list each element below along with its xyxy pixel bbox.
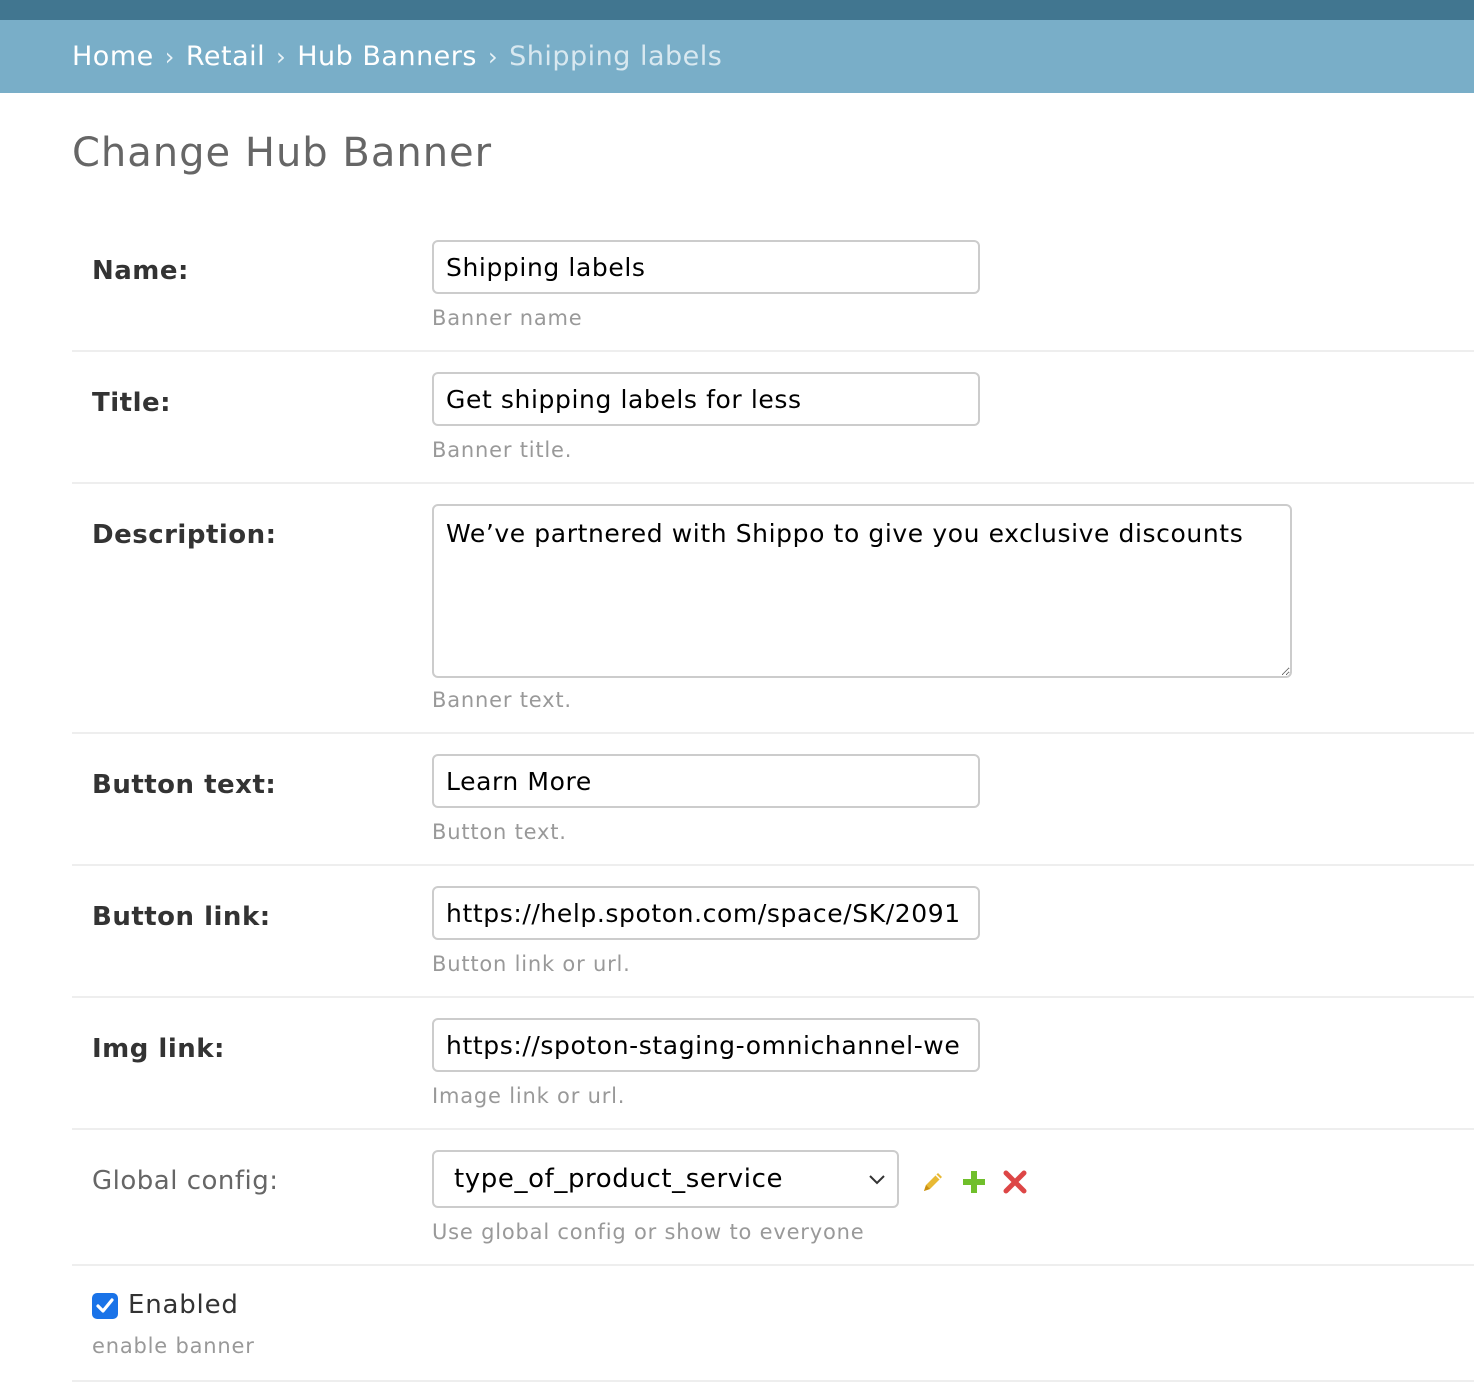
breadcrumb-separator: ›: [276, 42, 287, 71]
name-help-text: Banner name: [432, 306, 583, 330]
global-config-help-text: Use global config or show to everyone: [432, 1220, 865, 1244]
top-header-bar: [0, 0, 1474, 20]
button-link-label: Button link:: [92, 902, 271, 932]
form-row-name: Name: Banner name: [72, 220, 1474, 352]
plus-icon[interactable]: [961, 1169, 987, 1195]
page-title: Change Hub Banner: [72, 130, 493, 176]
enabled-help-text: enable banner: [92, 1334, 255, 1358]
img-link-help-text: Image link or url.: [432, 1084, 626, 1108]
form-row-button-link: Button link: Button link or url.: [72, 866, 1474, 998]
button-link-input[interactable]: [432, 886, 980, 940]
title-help-text: Banner title.: [432, 438, 573, 462]
form-row-global-config: Global config: type_of_product_service U…: [72, 1130, 1474, 1266]
breadcrumb-retail-link[interactable]: Retail: [186, 41, 265, 72]
description-help-text: Banner text.: [432, 688, 572, 712]
form-row-enabled: Enabled enable banner: [72, 1266, 1474, 1382]
enabled-label[interactable]: Enabled: [128, 1290, 239, 1320]
breadcrumb-current: Shipping labels: [509, 41, 723, 72]
title-input[interactable]: [432, 372, 980, 426]
breadcrumb-hub-banners-link[interactable]: Hub Banners: [297, 41, 477, 72]
chevron-down-icon: [869, 1175, 885, 1185]
form-row-description: Description: We’ve partnered with Shippo…: [72, 484, 1474, 734]
global-config-label: Global config:: [92, 1166, 279, 1196]
form-row-img-link: Img link: Image link or url.: [72, 998, 1474, 1130]
global-config-select[interactable]: type_of_product_service: [432, 1150, 899, 1208]
name-label: Name:: [92, 256, 189, 286]
enabled-checkbox[interactable]: [92, 1293, 118, 1319]
title-label: Title:: [92, 388, 172, 418]
button-text-input[interactable]: [432, 754, 980, 808]
pencil-icon[interactable]: [920, 1169, 946, 1195]
x-icon[interactable]: [1002, 1169, 1028, 1195]
button-link-help-text: Button link or url.: [432, 952, 631, 976]
form-row-button-text: Button text: Button text.: [72, 734, 1474, 866]
img-link-label: Img link:: [92, 1034, 225, 1064]
form-row-title: Title: Banner title.: [72, 352, 1474, 484]
breadcrumb-separator: ›: [487, 42, 499, 71]
description-textarea[interactable]: We’ve partnered with Shippo to give you …: [432, 504, 1292, 678]
button-text-label: Button text:: [92, 770, 277, 800]
description-label: Description:: [92, 520, 277, 550]
breadcrumb-home-link[interactable]: Home: [72, 41, 154, 72]
checkmark-icon: [96, 1298, 114, 1313]
button-text-help-text: Button text.: [432, 820, 567, 844]
breadcrumb: Home › Retail › Hub Banners › Shipping l…: [0, 20, 1474, 93]
global-config-selected-value: type_of_product_service: [454, 1164, 784, 1194]
name-input[interactable]: [432, 240, 980, 294]
img-link-input[interactable]: [432, 1018, 980, 1072]
breadcrumb-separator: ›: [164, 42, 175, 71]
